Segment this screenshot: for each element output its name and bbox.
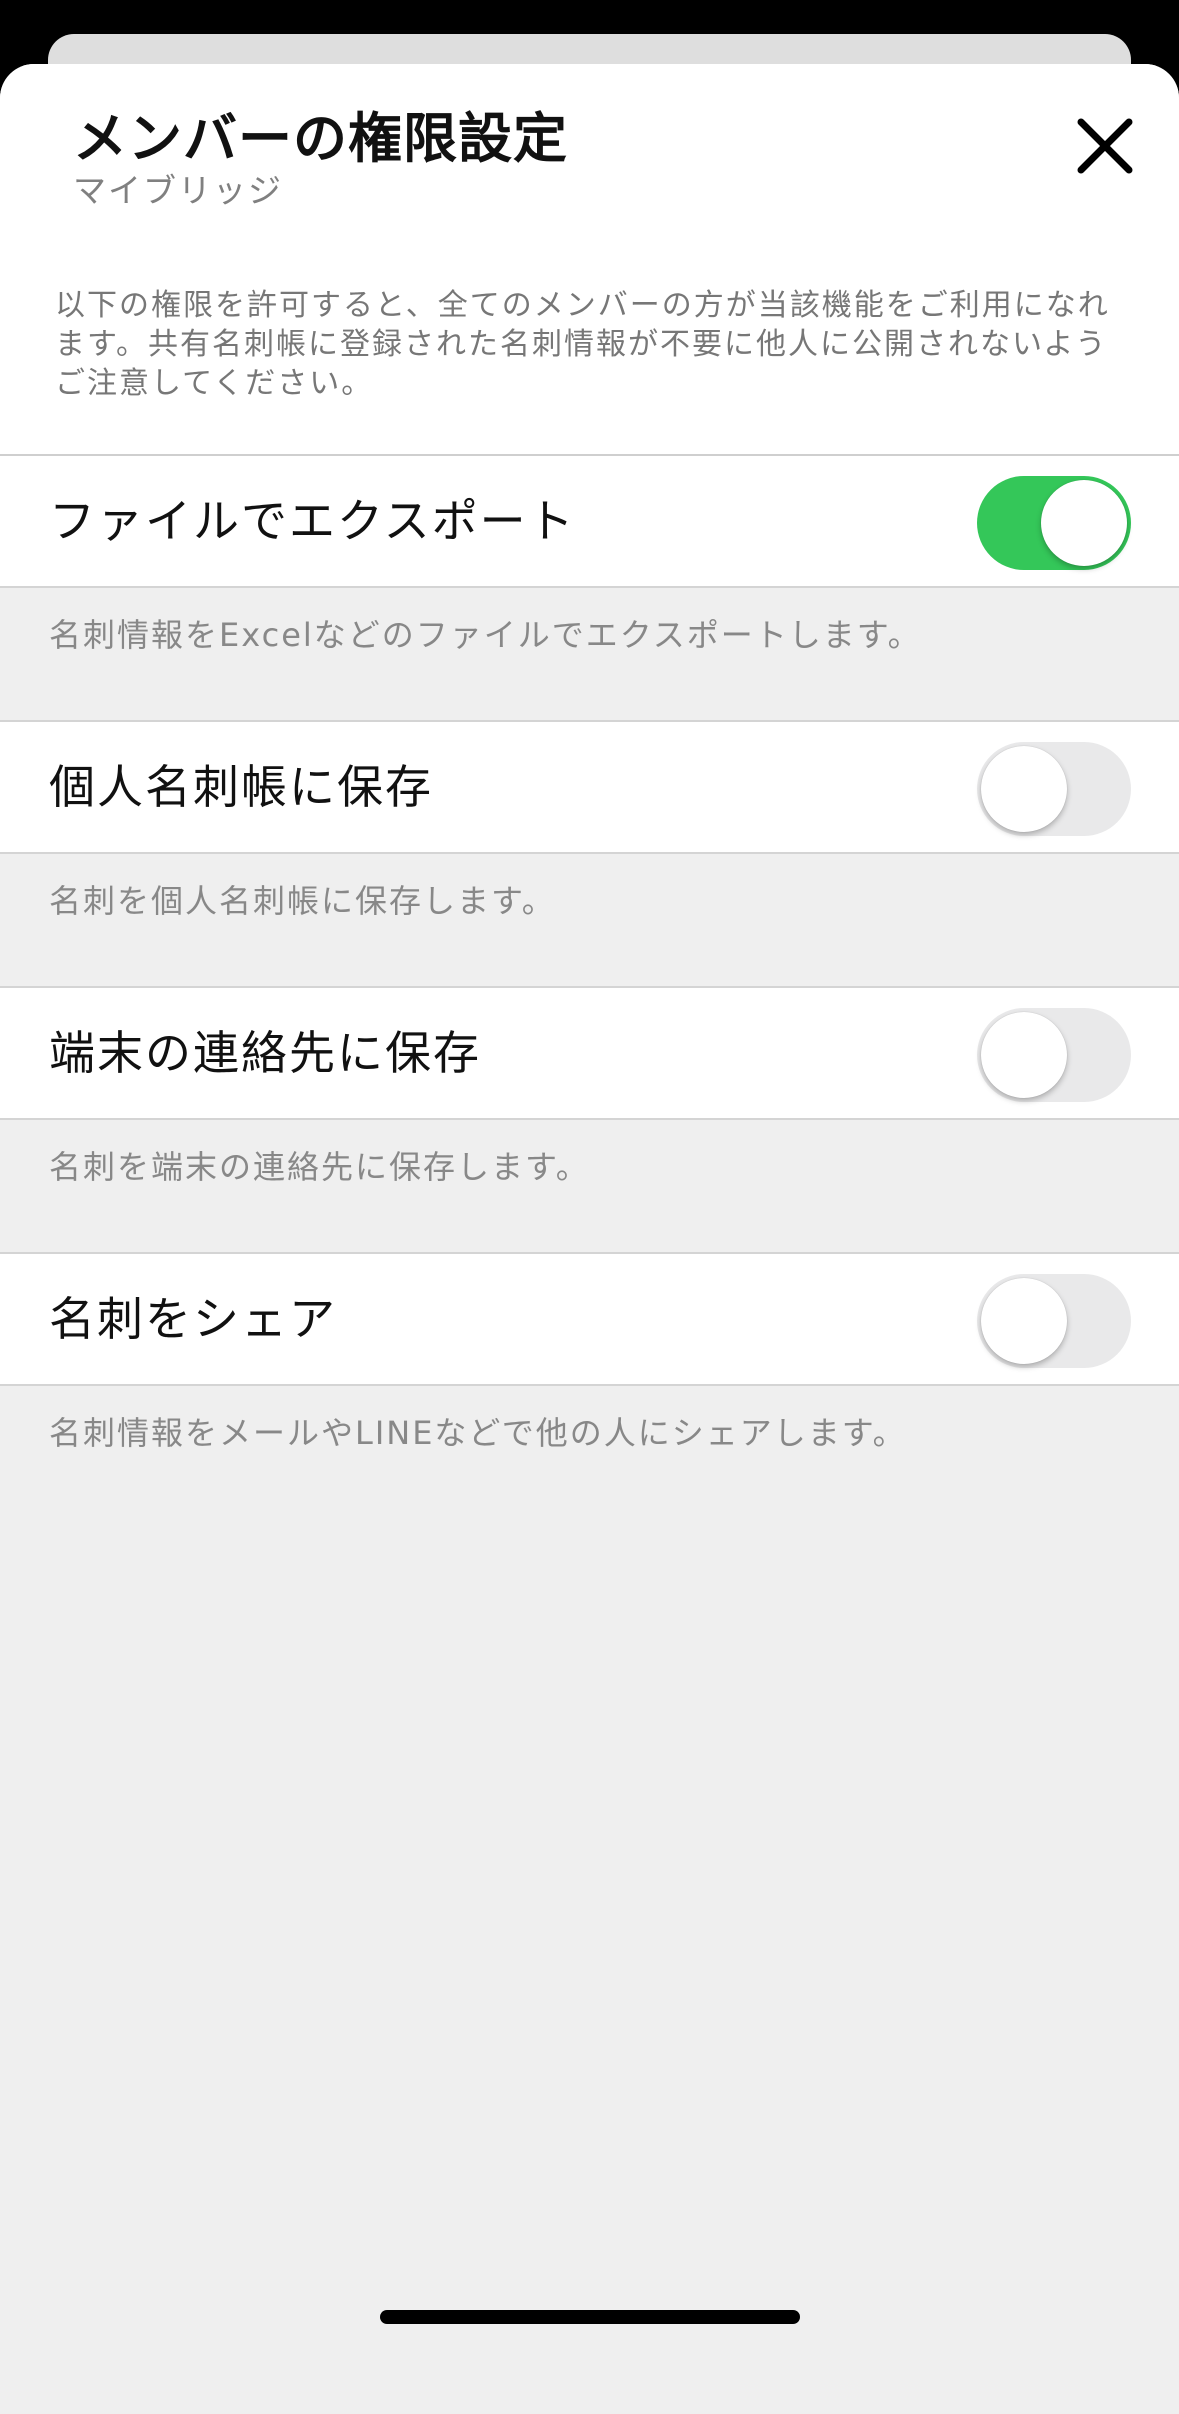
setting-row-personal[interactable]: 個人名刺帳に保存	[0, 720, 1179, 854]
setting-group-export: ファイルでエクスポート 名刺情報をExcelなどのファイルでエクスポートします。	[0, 456, 1179, 720]
setting-label: 個人名刺帳に保存	[49, 760, 433, 814]
home-indicator[interactable]	[380, 2310, 800, 2324]
setting-group-contacts: 端末の連絡先に保存 名刺を端末の連絡先に保存します。	[0, 986, 1179, 1252]
setting-description: 名刺情報をメールやLINEなどで他の人にシェアします。	[49, 1414, 907, 1452]
setting-row-export[interactable]: ファイルでエクスポート	[0, 456, 1179, 588]
close-icon	[1077, 118, 1133, 174]
setting-group-personal: 個人名刺帳に保存 名刺を個人名刺帳に保存します。	[0, 720, 1179, 986]
setting-description: 名刺を端末の連絡先に保存します。	[49, 1148, 590, 1186]
share-toggle[interactable]	[977, 1274, 1131, 1368]
setting-description: 名刺を個人名刺帳に保存します。	[49, 882, 556, 920]
export-toggle[interactable]	[977, 476, 1131, 570]
setting-label: ファイルでエクスポート	[49, 494, 576, 548]
sheet-header: メンバーの権限設定 マイブリッジ 以下の権限を許可すると、全てのメンバーの方が当…	[0, 64, 1179, 457]
setting-label: 端末の連絡先に保存	[49, 1026, 481, 1080]
personal-save-toggle[interactable]	[977, 742, 1131, 836]
setting-row-share[interactable]: 名刺をシェア	[0, 1252, 1179, 1386]
toggle-knob	[981, 1012, 1067, 1098]
permission-settings-sheet: メンバーの権限設定 マイブリッジ 以下の権限を許可すると、全てのメンバーの方が当…	[0, 64, 1179, 2414]
setting-description: 名刺情報をExcelなどのファイルでエクスポートします。	[49, 616, 922, 654]
close-button[interactable]	[1073, 114, 1137, 178]
page-title: メンバーの権限設定	[73, 107, 568, 170]
toggle-knob	[981, 746, 1067, 832]
toggle-knob	[981, 1278, 1067, 1364]
permission-notice: 以下の権限を許可すると、全てのメンバーの方が当該機能をご利用になれます。共有名刺…	[55, 288, 1110, 401]
setting-group-share: 名刺をシェア 名刺情報をメールやLINEなどで他の人にシェアします。	[0, 1252, 1179, 1518]
setting-label: 名刺をシェア	[49, 1292, 337, 1346]
toggle-knob	[1041, 480, 1127, 566]
setting-row-contacts[interactable]: 端末の連絡先に保存	[0, 986, 1179, 1120]
page-subtitle: マイブリッジ	[73, 171, 283, 210]
contacts-save-toggle[interactable]	[977, 1008, 1131, 1102]
